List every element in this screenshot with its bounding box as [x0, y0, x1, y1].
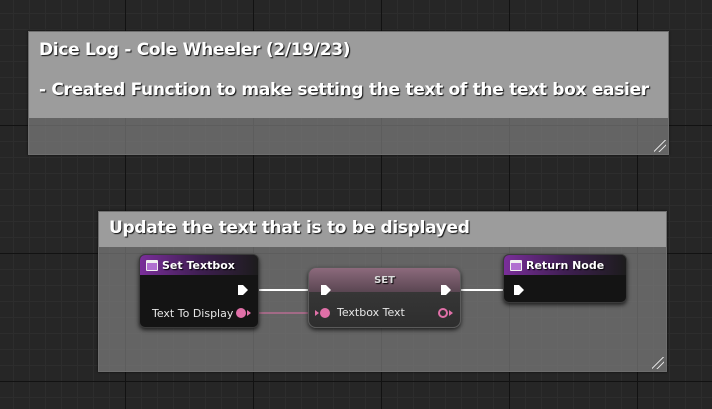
textbox-text-label: Textbox Text	[337, 306, 405, 319]
dice-log-comment-header[interactable]: Dice Log - Cole Wheeler (2/19/23) - Crea…	[29, 32, 668, 118]
textbox-text-out-pin[interactable]	[438, 308, 448, 318]
dice-log-comment[interactable]: Dice Log - Cole Wheeler (2/19/23) - Crea…	[28, 31, 669, 155]
resize-grip-icon[interactable]	[652, 357, 664, 369]
textbox-text-arrow-icon	[315, 310, 319, 316]
return-node[interactable]: Return Node	[503, 254, 627, 303]
return-node-header[interactable]: Return Node	[504, 255, 626, 275]
function-icon	[146, 259, 158, 271]
resize-grip-icon[interactable]	[654, 140, 666, 152]
exec-out-pin-icon[interactable]	[440, 284, 452, 296]
textbox-text-out-arrow-icon	[449, 310, 453, 316]
text-to-display-arrow-icon	[247, 310, 251, 316]
set-textbox-node-title: Set Textbox	[162, 258, 235, 272]
set-textbox-node[interactable]: Set Textbox Text To Display	[139, 254, 259, 328]
dice-log-title: Dice Log - Cole Wheeler (2/19/23)	[39, 40, 351, 60]
dice-log-note: - Created Function to make setting the t…	[39, 80, 649, 100]
set-textbox-node-header[interactable]: Set Textbox	[140, 255, 258, 275]
exec-in-pin-icon[interactable]	[513, 284, 525, 296]
exec-in-pin-icon[interactable]	[320, 284, 332, 296]
return-node-title: Return Node	[526, 258, 605, 272]
set-variable-node[interactable]: SET Textbox Text	[308, 267, 461, 328]
update-text-comment-header[interactable]: Update the text that is to be displayed	[99, 212, 666, 247]
update-text-comment-title: Update the text that is to be displayed	[109, 218, 470, 238]
function-icon	[510, 259, 522, 271]
text-to-display-pin[interactable]	[236, 308, 246, 318]
exec-out-pin-icon[interactable]	[237, 284, 249, 296]
text-to-display-label: Text To Display	[152, 307, 234, 320]
textbox-text-in-pin[interactable]	[320, 308, 330, 318]
